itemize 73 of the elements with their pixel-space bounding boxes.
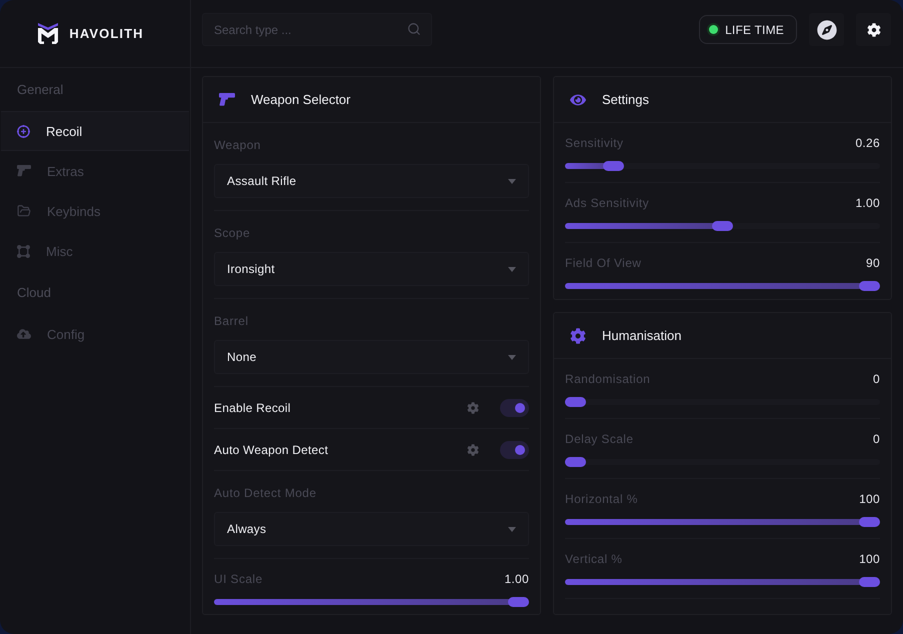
slider-track[interactable] xyxy=(565,281,880,291)
logo-icon xyxy=(38,23,58,44)
slider-value: 1.00 xyxy=(855,196,880,210)
settings-icon xyxy=(866,22,880,36)
crosshair-icon xyxy=(17,124,30,138)
slider-label: Vertical % xyxy=(565,551,622,567)
slider-track[interactable] xyxy=(565,457,880,467)
slider-thumb[interactable] xyxy=(603,161,624,171)
caret-icon xyxy=(508,178,516,184)
caret-icon xyxy=(508,354,516,360)
slider-value: 90 xyxy=(866,256,880,270)
field-label: Auto Detect Mode xyxy=(214,485,318,501)
toggle-switch[interactable] xyxy=(500,399,529,417)
gear-icon[interactable] xyxy=(467,402,479,414)
gear-icon xyxy=(570,328,586,344)
slider-value: 0 xyxy=(873,432,880,446)
slider-thumb[interactable] xyxy=(859,577,880,587)
search-field[interactable]: Search type ... xyxy=(202,13,432,46)
section-label: Cloud xyxy=(16,284,52,302)
search-icon xyxy=(407,22,421,36)
slider-label: Ads Sensitivity xyxy=(565,195,650,211)
toggle-switch[interactable] xyxy=(500,441,529,459)
select-dropdown[interactable]: Ironsight xyxy=(214,252,529,286)
slider-label: UI Scale xyxy=(214,571,263,587)
select-dropdown[interactable]: None xyxy=(214,340,529,374)
slider-value: 0 xyxy=(873,372,880,386)
license-label: LIFE TIME xyxy=(725,22,784,36)
caret-icon xyxy=(508,526,516,532)
panel-title: Humanisation xyxy=(602,328,682,343)
slider-label: Delay Scale xyxy=(565,431,634,447)
select-dropdown[interactable]: Always xyxy=(214,512,529,546)
slider-label: Field Of View xyxy=(565,255,642,271)
field-label: Weapon xyxy=(214,137,262,153)
brand-name: HAVOLITH xyxy=(69,26,144,41)
slider-value: 100 xyxy=(859,492,880,506)
slider-thumb[interactable] xyxy=(859,281,880,291)
slider-track[interactable] xyxy=(565,161,880,171)
slider-label: Horizontal % xyxy=(565,491,638,507)
panel-title: Weapon Selector xyxy=(251,92,350,107)
slider-track[interactable] xyxy=(214,597,529,607)
slider-track[interactable] xyxy=(565,221,880,231)
panel-title: Settings xyxy=(602,92,649,107)
slider-thumb[interactable] xyxy=(508,597,529,607)
nodes-icon xyxy=(17,244,30,258)
sidebar-item[interactable]: Recoil xyxy=(1,111,189,151)
field-label: Scope xyxy=(214,225,252,241)
slider-track[interactable] xyxy=(565,577,880,587)
slider-thumb[interactable] xyxy=(859,517,880,527)
slider-label: Randomisation xyxy=(565,371,650,387)
toggle-label: Enable Recoil xyxy=(214,401,292,415)
slider-thumb[interactable] xyxy=(565,457,586,467)
eye-icon xyxy=(570,92,586,108)
slider-value: 1.00 xyxy=(504,572,529,586)
settings-button[interactable] xyxy=(856,13,891,46)
compass-icon xyxy=(816,20,836,40)
slider-thumb[interactable] xyxy=(565,397,586,407)
folder-icon xyxy=(17,204,31,218)
slider-value: 0.26 xyxy=(855,136,880,150)
pistol-icon xyxy=(219,93,235,106)
select-dropdown[interactable]: Assault Rifle xyxy=(214,164,529,198)
cloud-upload-icon xyxy=(17,327,31,341)
slider-label: Sensitivity xyxy=(565,135,624,151)
slider-thumb[interactable] xyxy=(712,221,733,231)
slider-track[interactable] xyxy=(565,517,880,527)
slider-track[interactable] xyxy=(565,397,880,407)
compass-button[interactable] xyxy=(809,13,844,46)
section-label: General xyxy=(16,81,64,99)
caret-icon xyxy=(508,266,516,272)
pistol-icon xyxy=(17,165,31,177)
field-label: Barrel xyxy=(214,313,250,329)
slider-value: 100 xyxy=(859,552,880,566)
gear-icon[interactable] xyxy=(467,444,479,456)
toggle-label: Auto Weapon Detect xyxy=(214,443,330,457)
